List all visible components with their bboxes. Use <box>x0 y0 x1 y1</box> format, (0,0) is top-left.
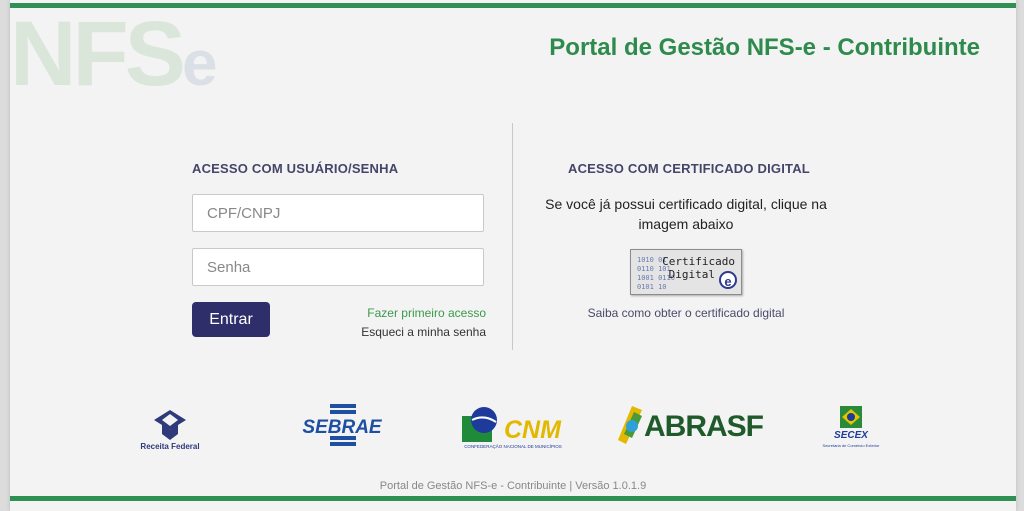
certificate-e-icon: e <box>719 271 737 289</box>
cnm-logo: CNM CONFEDERAÇÃO NACIONAL DE MUNICÍPIOS <box>462 404 564 450</box>
footer-version: Portal de Gestão NFS-e - Contribuinte | … <box>379 480 647 492</box>
section-divider <box>512 123 513 350</box>
login-heading: ACESSO COM USUÁRIO/SENHA <box>192 161 399 176</box>
cpf-cnpj-input[interactable] <box>192 194 484 232</box>
logo-nfs: NFS <box>10 3 186 105</box>
abrasf-logo: ABRASF <box>614 404 774 448</box>
forgot-password-link[interactable]: Esqueci a minha senha <box>361 325 486 339</box>
certificate-heading: ACESSO COM CERTIFICADO DIGITAL <box>568 161 810 176</box>
abrasf-emblem-icon <box>618 406 642 444</box>
certificate-badge-line1: Certificado <box>662 255 735 268</box>
sebrae-logo: SEBRAE <box>302 402 382 452</box>
secex-logo: SECEX Secretaria de Comércio Exterior <box>823 406 879 454</box>
secex-flag-icon <box>840 406 862 428</box>
nfse-logo-watermark: NFSe <box>10 4 250 104</box>
first-access-link[interactable]: Fazer primeiro acesso <box>367 306 486 320</box>
digital-certificate-button[interactable]: 1010 01 0110 101 1001 0110 0101 10 Certific… <box>630 249 742 295</box>
bottom-accent-bar <box>10 496 1016 501</box>
cnm-globe-icon <box>462 407 497 442</box>
certificate-badge-line2: Digital <box>668 268 715 281</box>
abrasf-label: ABRASF <box>644 410 764 443</box>
password-input[interactable] <box>192 248 484 286</box>
login-button[interactable]: Entrar <box>192 302 270 337</box>
receita-federal-logo: Receita Federal <box>140 408 200 457</box>
page-title: Portal de Gestão NFS-e - Contribuinte <box>549 34 980 61</box>
cnm-label: CNM <box>504 416 561 444</box>
sebrae-label: SEBRAE <box>302 417 382 438</box>
certificate-help-link[interactable]: Saiba como obter o certificado digital <box>550 306 822 320</box>
secex-sub-label: Secretaria de Comércio Exterior <box>822 443 880 448</box>
logo-e: e <box>182 27 218 99</box>
login-card: NFSe Portal de Gestão NFS-e - Contribuin… <box>10 0 1016 511</box>
cnm-sub-label: CONFEDERAÇÃO NACIONAL DE MUNICÍPIOS <box>464 444 562 449</box>
secex-label: SECEX <box>834 430 868 441</box>
receita-federal-label: Receita Federal <box>140 442 200 451</box>
certificate-instructions: Se você já possui certificado digital, c… <box>545 196 827 232</box>
